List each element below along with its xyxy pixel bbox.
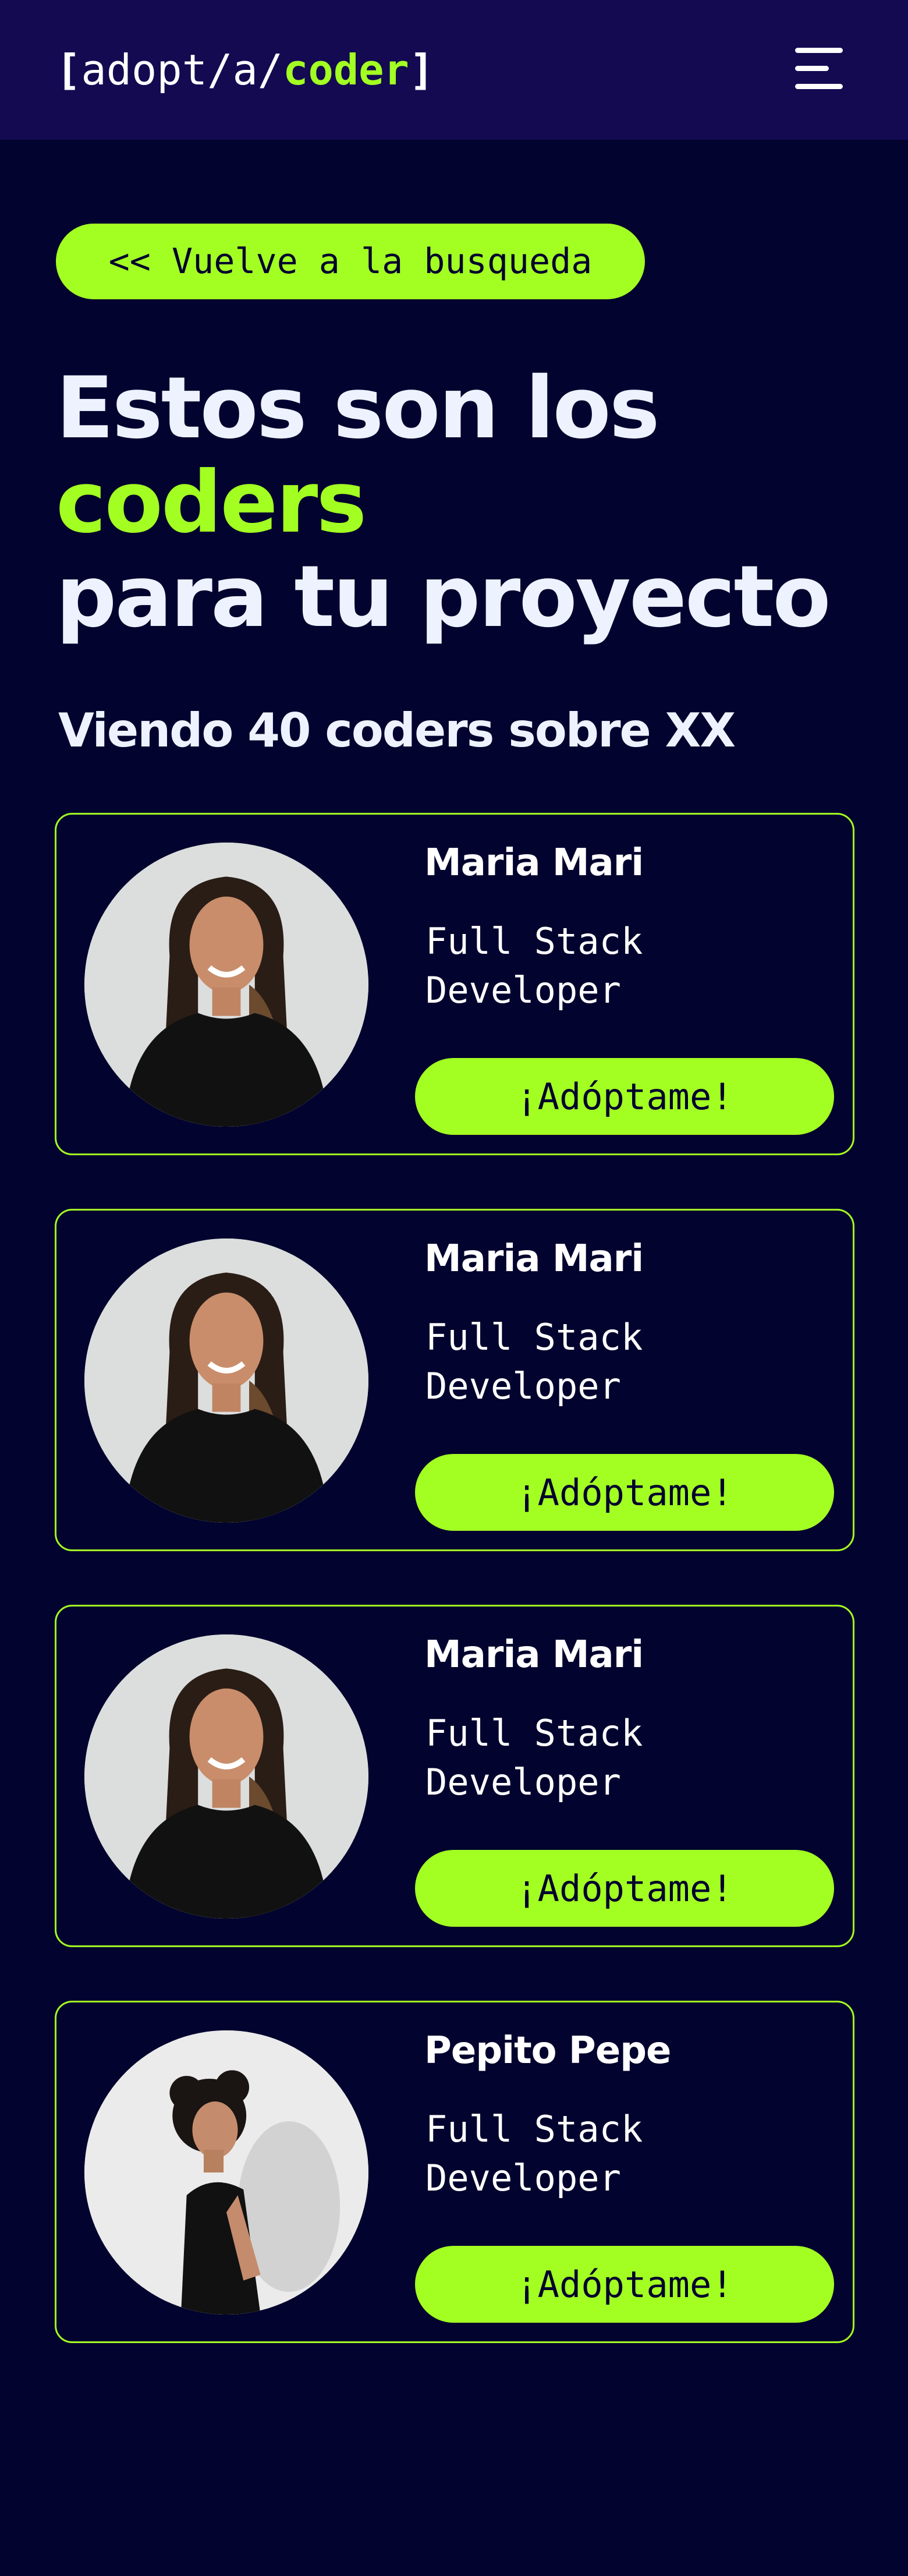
logo[interactable]: [adopt/a/coder] <box>56 41 434 99</box>
coder-card: Maria Mari Full Stack Developer ¡Adóptam… <box>55 813 854 1155</box>
hamburger-menu-icon[interactable] <box>795 48 843 90</box>
coder-role: Full Stack Developer <box>425 920 643 1011</box>
adopt-button[interactable]: ¡Adóptame! <box>415 1058 834 1135</box>
title-line-3: para tu proyecto <box>56 547 831 646</box>
top-header: [adopt/a/coder] <box>0 0 908 140</box>
logo-text: adopt/a/ <box>81 45 283 94</box>
adopt-button[interactable]: ¡Adóptame! <box>415 1454 834 1531</box>
results-summary: Viendo 40 coders sobre XX <box>58 703 736 758</box>
page-title: Estos son los coders para tu proyecto <box>56 359 831 646</box>
adopt-button[interactable]: ¡Adóptame! <box>415 1850 834 1927</box>
coder-card: Pepito Pepe Full Stack Developer ¡Adópta… <box>55 2001 854 2343</box>
coder-name: Maria Mari <box>424 1633 644 1676</box>
coder-role: Full Stack Developer <box>425 2108 643 2199</box>
adopt-button[interactable]: ¡Adóptame! <box>415 2246 834 2323</box>
logo-bracket-close: ] <box>409 45 435 94</box>
coder-name: Pepito Pepe <box>424 2029 671 2072</box>
coder-name: Maria Mari <box>424 841 644 884</box>
coder-role: Full Stack Developer <box>425 1316 643 1407</box>
avatar <box>84 1634 368 1919</box>
coder-card: Maria Mari Full Stack Developer ¡Adóptam… <box>55 1605 854 1947</box>
woman-portrait-image <box>84 843 368 1127</box>
woman-portrait-image <box>84 1634 368 1919</box>
coder-role: Full Stack Developer <box>425 1712 643 1803</box>
title-line-1: Estos son los <box>56 359 660 458</box>
logo-bracket-open: [ <box>56 45 81 94</box>
avatar <box>84 1239 368 1523</box>
coder-name: Maria Mari <box>424 1237 644 1280</box>
avatar <box>84 2030 368 2315</box>
title-line-2: coders <box>56 453 367 552</box>
logo-accent-text: coder <box>283 45 409 94</box>
man-portrait-image <box>84 2030 368 2315</box>
coder-card: Maria Mari Full Stack Developer ¡Adóptam… <box>55 1209 854 1551</box>
avatar <box>84 843 368 1127</box>
woman-portrait-image <box>84 1239 368 1523</box>
back-to-search-button[interactable]: << Vuelve a la busqueda <box>56 224 645 299</box>
